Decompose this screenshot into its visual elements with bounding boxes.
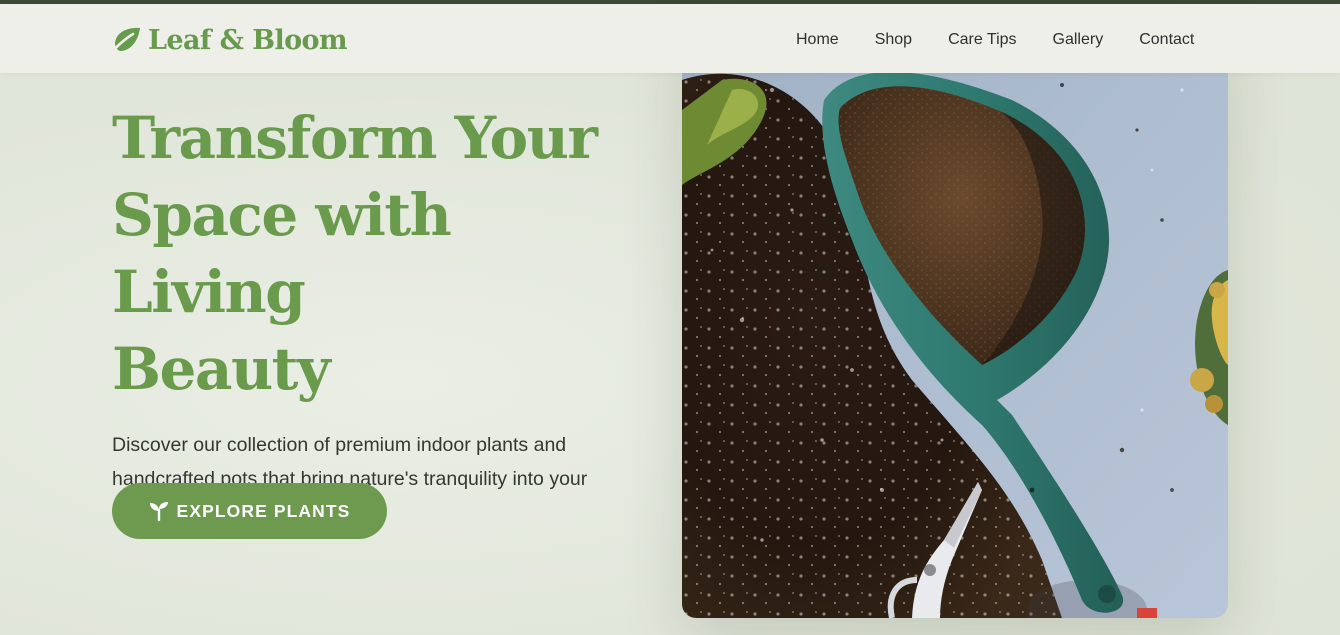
hero-section: Transform Your Space with Living Beauty … [112, 100, 652, 530]
seedling-icon [149, 502, 168, 521]
brand-name: Leaf & Bloom [148, 24, 348, 56]
nav-link-care-tips[interactable]: Care Tips [930, 24, 1034, 56]
explore-plants-label: EXPLORE PLANTS [176, 500, 351, 521]
hero-title-line-1: Transform Your [112, 104, 598, 172]
nav-link-home[interactable]: Home [778, 24, 857, 56]
brand-logo-link[interactable]: Leaf & Bloom [110, 20, 348, 60]
hero-title-line-2: Space with Living [112, 181, 452, 326]
nav-link-gallery[interactable]: Gallery [1035, 24, 1122, 56]
hero-title: Transform Your Space with Living Beauty [112, 100, 652, 408]
explore-plants-button[interactable]: EXPLORE PLANTS [112, 483, 387, 539]
nav-link-shop[interactable]: Shop [857, 24, 930, 56]
hero-title-line-3: Beauty [112, 335, 331, 403]
site-header: Leaf & Bloom Home Shop Care Tips Gallery… [0, 4, 1340, 73]
hero-image [682, 20, 1228, 618]
nav-link-contact[interactable]: Contact [1121, 24, 1212, 56]
garden-trowel-photo [682, 20, 1228, 618]
main-navigation: Home Shop Care Tips Gallery Contact [778, 24, 1212, 56]
leaf-icon [110, 27, 140, 54]
